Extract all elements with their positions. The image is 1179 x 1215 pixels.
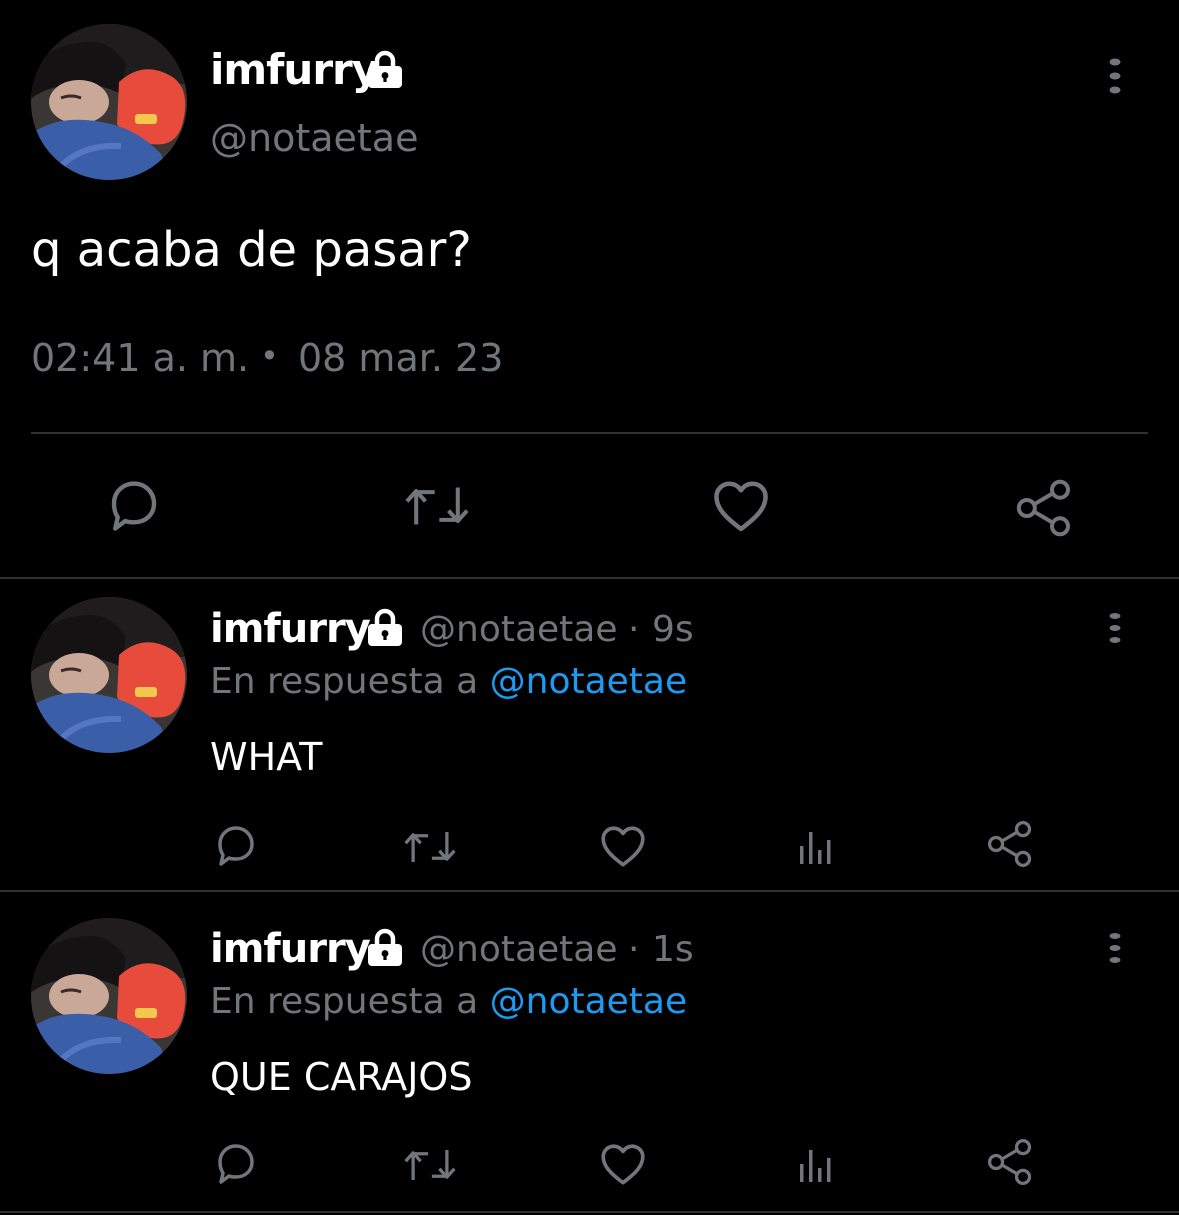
reply-icon[interactable] xyxy=(212,1140,260,1188)
handle[interactable]: @notaetae xyxy=(420,606,618,654)
lock-icon xyxy=(364,50,406,90)
analytics-icon[interactable] xyxy=(797,828,837,868)
retweet-icon[interactable] xyxy=(400,478,474,534)
analytics-icon[interactable] xyxy=(797,1146,837,1186)
handle[interactable]: @notaetae xyxy=(210,114,418,162)
reply-context: En respuesta a @notaetae xyxy=(210,978,687,1026)
reply-prefix: En respuesta a xyxy=(210,661,479,702)
like-icon[interactable] xyxy=(598,822,648,872)
tweet-date: 08 mar. 23 xyxy=(298,336,504,380)
display-name[interactable]: imfurry xyxy=(210,924,371,974)
avatar[interactable] xyxy=(31,24,187,180)
reply-to-link[interactable]: @notaetae xyxy=(490,981,688,1022)
like-icon[interactable] xyxy=(598,1140,648,1190)
lock-icon xyxy=(364,608,406,648)
tweet-text: QUE CARAJOS xyxy=(210,1055,473,1099)
reply-prefix: En respuesta a xyxy=(210,981,479,1022)
retweet-icon[interactable] xyxy=(400,824,460,870)
tweet-age: 9s xyxy=(652,609,694,650)
lock-icon xyxy=(364,928,406,968)
tweet-time: 02:41 a. m. xyxy=(31,336,250,380)
reply-to-link[interactable]: @notaetae xyxy=(490,661,688,702)
share-icon[interactable] xyxy=(1012,476,1076,540)
reply-icon[interactable] xyxy=(104,476,164,536)
display-name[interactable]: imfurry xyxy=(210,44,379,96)
meta-dot: · xyxy=(628,609,640,650)
divider xyxy=(0,1211,1179,1213)
tweet-age: 1s xyxy=(652,929,694,970)
more-options-icon[interactable] xyxy=(1104,930,1126,966)
divider xyxy=(0,890,1179,892)
tweet-text: WHAT xyxy=(210,735,323,779)
retweet-icon[interactable] xyxy=(400,1142,460,1188)
more-options-icon[interactable] xyxy=(1104,610,1126,646)
reply-context: En respuesta a @notaetae xyxy=(210,658,687,706)
like-icon[interactable] xyxy=(710,476,772,538)
divider xyxy=(31,432,1148,434)
more-options-icon[interactable] xyxy=(1104,55,1126,97)
meta-dot: · xyxy=(628,929,640,970)
avatar[interactable] xyxy=(31,918,187,1074)
divider xyxy=(0,577,1179,579)
reply-icon[interactable] xyxy=(212,822,260,870)
meta-separator: • xyxy=(260,337,279,375)
share-icon[interactable] xyxy=(984,818,1036,870)
handle[interactable]: @notaetae xyxy=(420,926,618,974)
display-name[interactable]: imfurry xyxy=(210,604,371,654)
avatar[interactable] xyxy=(31,597,187,753)
tweet-text: q acaba de pasar? xyxy=(31,222,472,278)
share-icon[interactable] xyxy=(984,1136,1036,1188)
